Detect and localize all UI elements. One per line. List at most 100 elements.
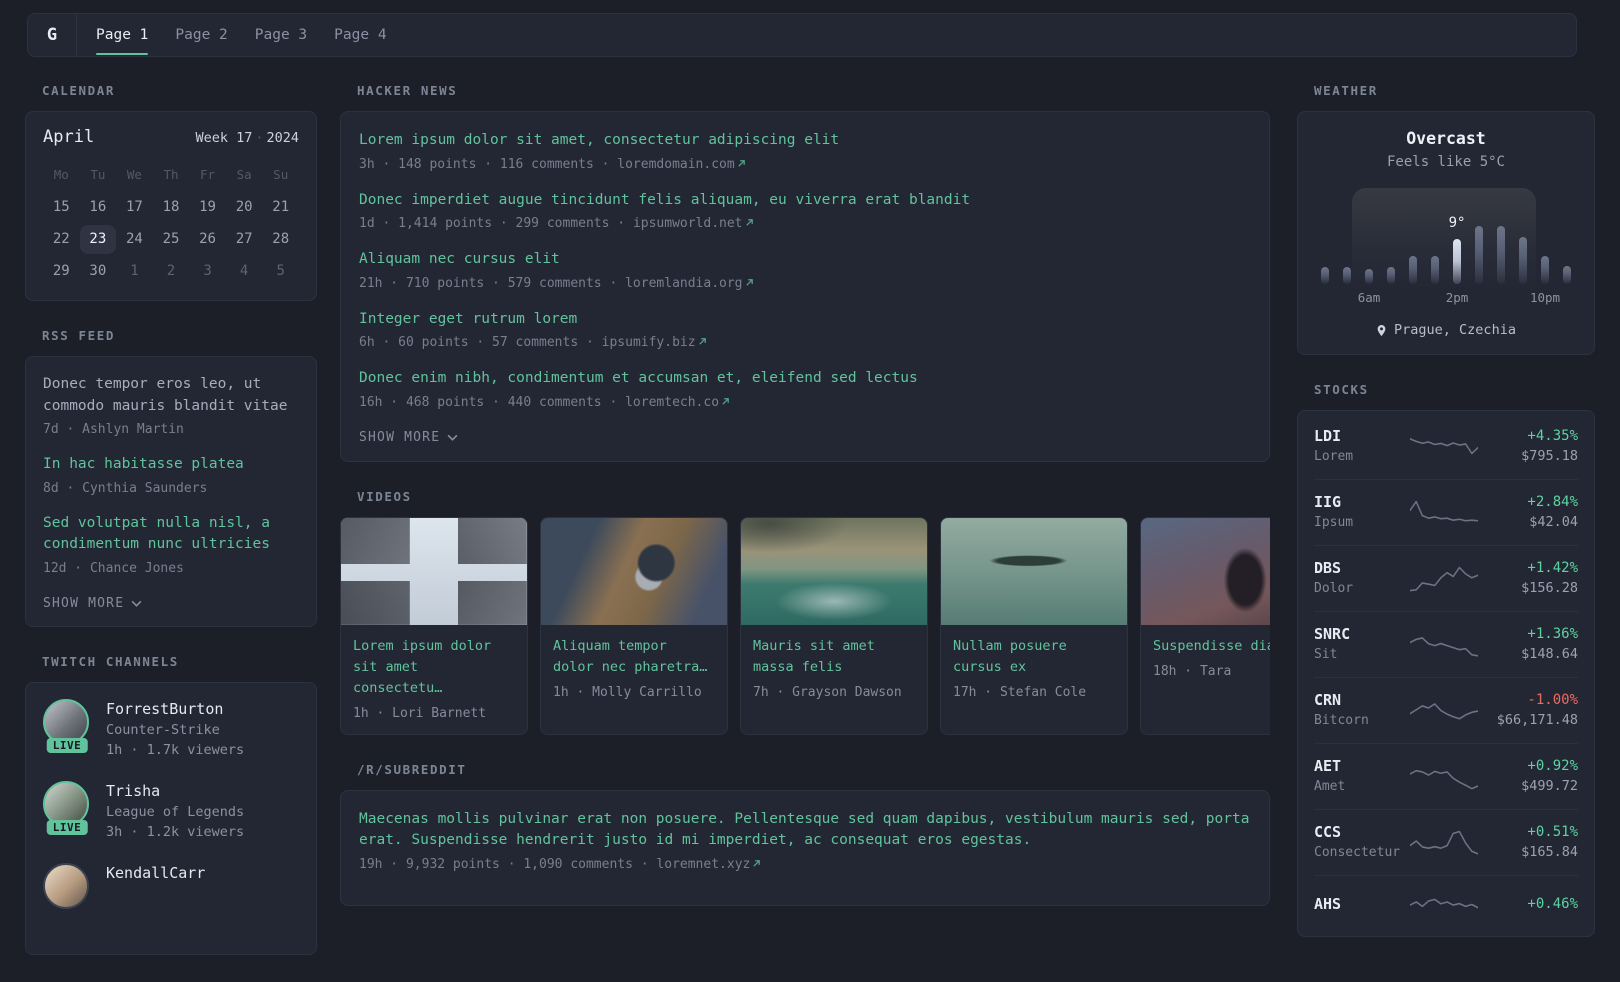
stock-sparkline — [1410, 898, 1478, 909]
dot-separator: · — [255, 130, 264, 146]
video-thumbnail[interactable] — [1141, 517, 1270, 625]
video-meta: 7h · Grayson Dawson — [753, 684, 902, 700]
hn-item-meta: 6h · 60 points · 57 comments · ipsumify.… — [359, 334, 1251, 352]
rss-section-label: RSS FEED — [42, 328, 116, 343]
subreddit-widget: /R/SUBREDDIT Maecenas mollis pulvinar er… — [340, 762, 1270, 906]
hn-item-title[interactable]: Donec enim nibh, condimentum et accumsan… — [359, 368, 1251, 390]
channel-name[interactable]: KendallCarr — [106, 863, 205, 884]
stock-row: CCS Consectetur +0.51% $165.84 — [1314, 809, 1578, 875]
hn-item-meta: 21h · 710 points · 579 comments · loreml… — [359, 275, 1251, 293]
stock-name: Ipsum — [1314, 515, 1354, 530]
hn-item-title[interactable]: Integer eget rutrum lorem — [359, 309, 1251, 331]
hn-item-title[interactable]: Aliquam nec cursus elit — [359, 249, 1251, 271]
rss-item-title[interactable]: Donec tempor eros leo, ut commodo mauris… — [43, 374, 299, 417]
twitch-section-label: TWITCH CHANNELS — [42, 653, 179, 669]
stock-sparkline — [1410, 830, 1478, 855]
stock-row: AET Amet +0.92% $499.72 — [1314, 743, 1578, 809]
calendar-widget: CALENDAR April Week 17 · 2024 Mo Tu We Th … — [25, 83, 317, 301]
hn-item-domain[interactable]: ipsumify.biz — [602, 335, 696, 350]
tab-page-2[interactable]: Page 2 — [175, 14, 227, 56]
weekday-label: Fr — [200, 167, 216, 182]
stock-change: -1.00% — [1527, 692, 1578, 708]
video-title[interactable]: Aliquam tempor dolor nec pharetra… — [553, 636, 715, 678]
stock-name: Bitcorn — [1314, 713, 1369, 728]
rss-item-title[interactable]: In hac habitasse platea — [43, 454, 299, 476]
tab-page-1[interactable]: Page 1 — [96, 14, 149, 56]
weekday-label: Th — [163, 167, 179, 182]
hn-item-title[interactable]: Lorem ipsum dolor sit amet, consectetur … — [359, 130, 1251, 152]
stock-ticker: AET — [1314, 757, 1342, 775]
video-card[interactable]: Mauris sit amet massa felis 7h · Grayson… — [740, 516, 928, 735]
hn-item-title[interactable]: Donec imperdiet augue tincidunt felis al… — [359, 190, 1251, 212]
stock-ticker: SNRC — [1314, 625, 1351, 643]
app-logo[interactable]: G — [28, 14, 77, 56]
video-thumbnail[interactable] — [341, 517, 527, 625]
video-thumbnail[interactable] — [541, 517, 727, 625]
videos-widget: VIDEOS Lorem ipsum dolor sit amet consec… — [340, 489, 1270, 735]
stock-sparkline — [1410, 703, 1478, 720]
calendar-day: 30 — [89, 263, 107, 279]
video-thumbnail[interactable] — [741, 517, 927, 625]
stock-name: Dolor — [1314, 581, 1354, 596]
weather-location: Prague, Czechia — [1314, 322, 1578, 338]
hn-item-domain[interactable]: loremtech.co — [625, 395, 719, 410]
hn-item-domain[interactable]: ipsumworld.net — [633, 216, 743, 231]
tab-page-3[interactable]: Page 3 — [255, 14, 307, 56]
calendar-day: 26 — [199, 231, 216, 247]
subreddit-section-label: /R/SUBREDDIT — [357, 761, 467, 777]
reddit-post-domain[interactable]: loremnet.xyz — [656, 857, 750, 872]
stock-ticker: AHS — [1314, 894, 1342, 913]
channel-name[interactable]: ForrestBurton — [106, 699, 244, 720]
tab-page-4[interactable]: Page 4 — [334, 14, 386, 56]
video-card[interactable]: Lorem ipsum dolor sit amet consectetu… 1… — [340, 516, 528, 735]
stock-ticker: IIG — [1314, 493, 1342, 511]
channel-game: Counter-Strike — [106, 721, 220, 738]
hn-item-domain[interactable]: loremdomain.com — [617, 157, 734, 172]
video-card[interactable]: Suspendisse diam 18h · Tara — [1140, 516, 1270, 735]
video-title[interactable]: Nullam posuere cursus ex — [953, 636, 1115, 678]
rss-item-meta: 7d · Ashlyn Martin — [43, 422, 184, 437]
video-thumbnail[interactable] — [941, 517, 1127, 625]
calendar-week-info: Week 17 · 2024 — [195, 130, 299, 146]
calendar-day: 18 — [162, 199, 180, 215]
calendar-day: 15 — [52, 199, 70, 215]
rss-show-more-button[interactable]: SHOW MORE — [43, 596, 299, 611]
hacker-news-widget: HACKER NEWS Lorem ipsum dolor sit amet, … — [340, 83, 1270, 462]
stock-name: Amet — [1314, 779, 1346, 794]
reddit-post: Maecenas mollis pulvinar erat non posuer… — [359, 809, 1251, 874]
stock-change: +0.46% — [1527, 895, 1578, 912]
hn-item-domain[interactable]: loremlandia.org — [625, 276, 742, 291]
video-title[interactable]: Suspendisse diam — [1153, 636, 1270, 657]
stock-change: +2.84% — [1527, 494, 1578, 510]
stock-price: $165.84 — [1521, 844, 1578, 860]
video-card[interactable]: Aliquam tempor dolor nec pharetra… 1h · … — [540, 516, 728, 735]
avatar — [43, 862, 89, 909]
hn-show-more-button[interactable]: SHOW MORE — [359, 430, 1251, 445]
twitch-channel-row[interactable]: LIVE ForrestBurton Counter-Strike 1h · 1… — [43, 698, 299, 760]
video-meta: 17h · Stefan Cole — [953, 684, 1087, 700]
stock-name: Consectetur — [1314, 845, 1401, 860]
calendar-day: 20 — [235, 199, 253, 215]
video-title[interactable]: Lorem ipsum dolor sit amet consectetu… — [353, 636, 515, 699]
calendar-day: 25 — [162, 231, 180, 247]
weather-section-label: WEATHER — [1314, 83, 1378, 98]
external-link-icon — [745, 276, 754, 291]
video-card[interactable]: Nullam posuere cursus ex 17h · Stefan Co… — [940, 516, 1128, 735]
calendar-day-next-month: 3 — [203, 263, 212, 279]
weekday-label: Tu — [90, 167, 106, 182]
channel-name[interactable]: Trisha — [106, 781, 244, 802]
page-tabs: Page 1 Page 2 Page 3 Page 4 — [96, 14, 387, 56]
stock-price: $42.04 — [1529, 514, 1578, 530]
stock-sparkline — [1410, 769, 1478, 790]
reddit-post-title[interactable]: Maecenas mollis pulvinar erat non posuer… — [359, 809, 1251, 852]
stock-change: +0.92% — [1527, 758, 1578, 774]
video-title[interactable]: Mauris sit amet massa felis — [753, 636, 915, 678]
weather-bar — [1321, 267, 1329, 284]
weekday-label: Mo — [53, 167, 69, 182]
calendar-day: 19 — [199, 199, 216, 215]
twitch-channel-row[interactable]: LIVE Trisha League of Legends 3h · 1.2k … — [43, 780, 299, 842]
twitch-channel-row[interactable]: KendallCarr — [43, 862, 299, 917]
rss-item-title[interactable]: Sed volutpat nulla nisl, a condimentum n… — [43, 513, 299, 556]
weather-bar — [1453, 239, 1461, 284]
top-bar: G Page 1 Page 2 Page 3 Page 4 — [27, 13, 1577, 57]
